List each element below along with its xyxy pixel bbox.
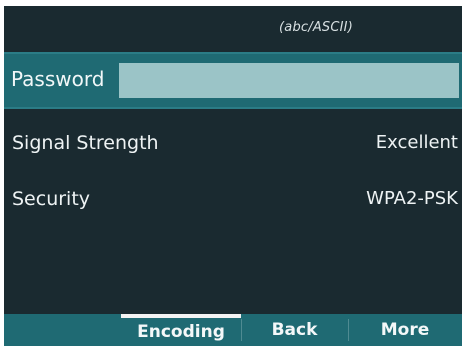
softkey-encoding[interactable]: Encoding <box>121 314 241 346</box>
password-input[interactable] <box>119 63 459 98</box>
signal-strength-value: Excellent <box>375 132 458 153</box>
security-row: Security WPA2-PSK <box>4 184 462 224</box>
signal-strength-row: Signal Strength Excellent <box>4 128 462 168</box>
security-label: Security <box>12 188 91 210</box>
signal-strength-label: Signal Strength <box>12 132 159 154</box>
softkey-more[interactable]: More <box>348 314 462 346</box>
security-value: WPA2-PSK <box>366 188 458 209</box>
input-mode-indicator: (abc/ASCII) <box>279 20 353 35</box>
softkey-back[interactable]: Back <box>241 314 348 346</box>
password-row[interactable]: Password <box>4 52 462 109</box>
phone-screen: (abc/ASCII) Password Signal Strength Exc… <box>4 6 462 346</box>
password-label: Password <box>11 67 105 91</box>
softkey-bar: Encoding Back More <box>4 314 462 346</box>
status-bar: (abc/ASCII) <box>4 6 462 52</box>
